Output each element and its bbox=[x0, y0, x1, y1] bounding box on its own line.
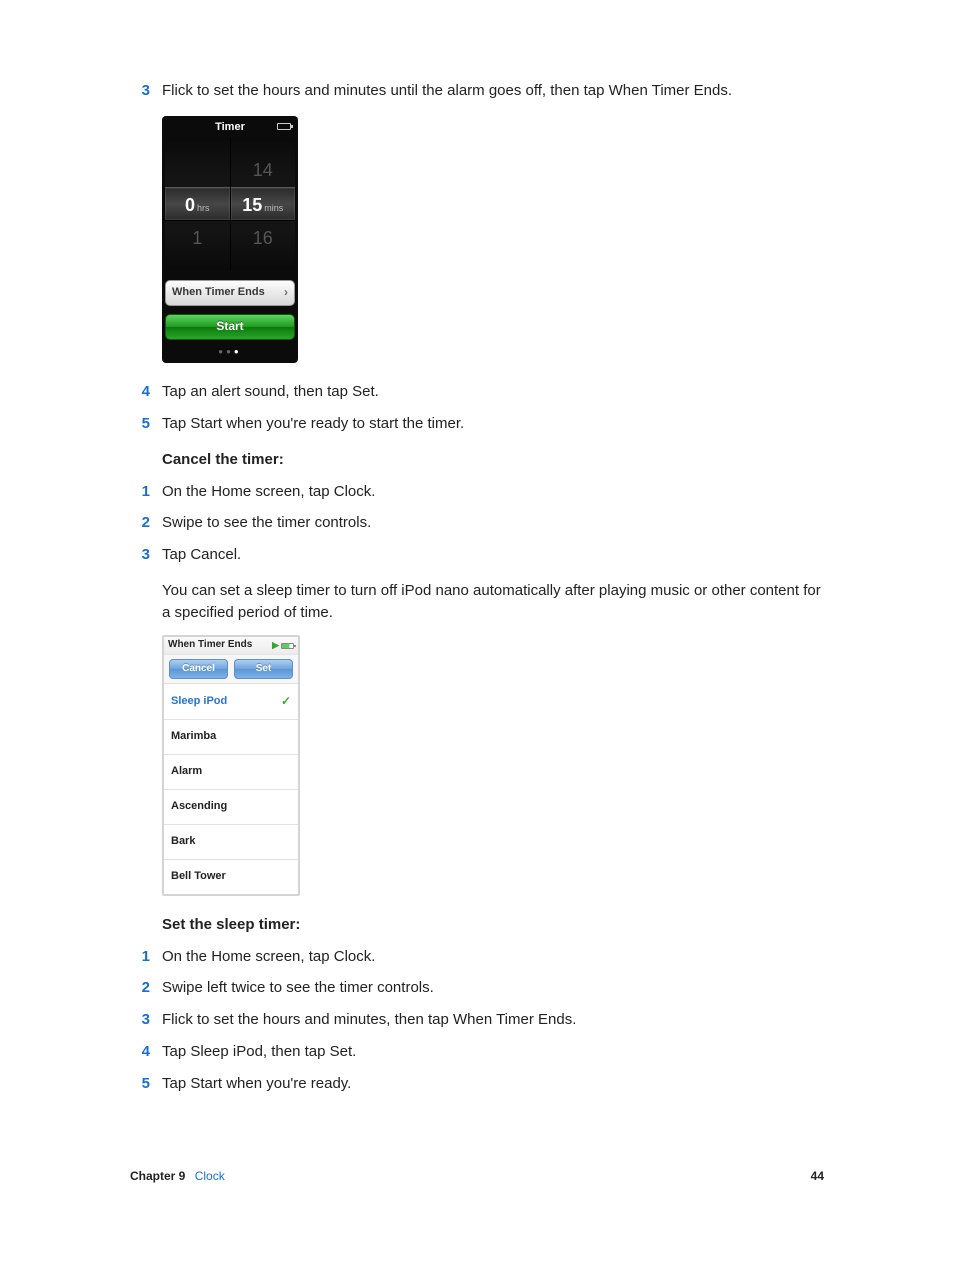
sleep-step-1: 1 On the Home screen, tap Clock. bbox=[130, 946, 824, 968]
ends-title: When Timer Ends bbox=[168, 638, 252, 653]
step-number: 5 bbox=[130, 413, 162, 435]
step-text: Tap Start when you're ready. bbox=[162, 1073, 824, 1095]
step-text: Tap Cancel. bbox=[162, 544, 824, 566]
when-timer-ends-label: When Timer Ends bbox=[172, 285, 265, 301]
step-text: On the Home screen, tap Clock. bbox=[162, 946, 824, 968]
sleep-step-2: 2 Swipe left twice to see the timer cont… bbox=[130, 977, 824, 999]
mins-next: 16 bbox=[231, 221, 296, 255]
sound-option-alarm[interactable]: Alarm bbox=[164, 755, 298, 790]
step-number: 2 bbox=[130, 977, 162, 999]
sleep-step-5: 5 Tap Start when you're ready. bbox=[130, 1073, 824, 1095]
sound-option-ascending[interactable]: Ascending bbox=[164, 790, 298, 825]
step-text: Flick to set the hours and minutes, then… bbox=[162, 1009, 824, 1031]
sleep-paragraph: You can set a sleep timer to turn off iP… bbox=[162, 580, 824, 624]
cancel-heading: Cancel the timer: bbox=[162, 449, 824, 471]
ends-button-row: Cancel Set bbox=[164, 655, 298, 684]
mins-column[interactable]: 14 15mins 16 bbox=[230, 138, 296, 270]
step-number: 4 bbox=[130, 381, 162, 403]
step-5: 5 Tap Start when you're ready to start t… bbox=[130, 413, 824, 435]
battery-icon bbox=[277, 123, 291, 130]
step-number: 2 bbox=[130, 512, 162, 534]
set-button[interactable]: Set bbox=[234, 659, 293, 679]
sleep-step-3: 3 Flick to set the hours and minutes, th… bbox=[130, 1009, 824, 1031]
cancel-step-1: 1 On the Home screen, tap Clock. bbox=[130, 481, 824, 503]
step-text: Swipe left twice to see the timer contro… bbox=[162, 977, 824, 999]
timer-screenshot: Timer 0hrs 1 14 15mins 16 When Timer End… bbox=[162, 116, 298, 364]
step-number: 3 bbox=[130, 80, 162, 102]
page-dots: ●●● bbox=[165, 346, 295, 358]
timer-title: Timer bbox=[215, 120, 245, 136]
cancel-step-3: 3 Tap Cancel. bbox=[130, 544, 824, 566]
play-icon: ▶ bbox=[272, 639, 279, 652]
sound-option-sleep-ipod[interactable]: Sleep iPod ✓ bbox=[164, 684, 298, 720]
status-icons: ▶ bbox=[272, 639, 294, 652]
start-button[interactable]: Start bbox=[165, 314, 295, 340]
step-text: Flick to set the hours and minutes until… bbox=[162, 80, 824, 102]
step-number: 3 bbox=[130, 544, 162, 566]
step-number: 5 bbox=[130, 1073, 162, 1095]
ends-titlebar: When Timer Ends ▶ bbox=[164, 637, 298, 655]
sleep-heading: Set the sleep timer: bbox=[162, 914, 824, 936]
step-number: 4 bbox=[130, 1041, 162, 1063]
step-text: Swipe to see the timer controls. bbox=[162, 512, 824, 534]
hours-prev bbox=[165, 153, 230, 187]
step-text: Tap Start when you're ready to start the… bbox=[162, 413, 824, 435]
timer-titlebar: Timer bbox=[165, 120, 295, 136]
sound-option-marimba[interactable]: Marimba bbox=[164, 720, 298, 755]
cancel-button[interactable]: Cancel bbox=[169, 659, 228, 679]
page-number: 44 bbox=[811, 1169, 824, 1183]
step-number: 1 bbox=[130, 946, 162, 968]
timer-picker[interactable]: 0hrs 1 14 15mins 16 bbox=[165, 138, 295, 270]
step-text: Tap Sleep iPod, then tap Set. bbox=[162, 1041, 824, 1063]
step-4: 4 Tap an alert sound, then tap Set. bbox=[130, 381, 824, 403]
step-text: On the Home screen, tap Clock. bbox=[162, 481, 824, 503]
sound-option-bell-tower[interactable]: Bell Tower bbox=[164, 860, 298, 894]
cancel-step-2: 2 Swipe to see the timer controls. bbox=[130, 512, 824, 534]
mins-selected: 15mins bbox=[231, 187, 296, 221]
battery-icon bbox=[281, 643, 294, 649]
chapter-link[interactable]: Clock bbox=[195, 1169, 225, 1183]
hours-selected: 0hrs bbox=[165, 187, 230, 221]
when-timer-ends-screenshot: When Timer Ends ▶ Cancel Set Sleep iPod … bbox=[162, 635, 300, 896]
checkmark-icon: ✓ bbox=[281, 693, 291, 710]
page-footer: Chapter 9 Clock 44 bbox=[130, 1169, 824, 1183]
sleep-step-4: 4 Tap Sleep iPod, then tap Set. bbox=[130, 1041, 824, 1063]
hours-next: 1 bbox=[165, 221, 230, 255]
step-number: 1 bbox=[130, 481, 162, 503]
step-text: Tap an alert sound, then tap Set. bbox=[162, 381, 824, 403]
chapter-label: Chapter 9 bbox=[130, 1169, 185, 1183]
sound-option-bark[interactable]: Bark bbox=[164, 825, 298, 860]
step-3: 3 Flick to set the hours and minutes unt… bbox=[130, 80, 824, 102]
mins-prev: 14 bbox=[231, 153, 296, 187]
chevron-right-icon: › bbox=[284, 284, 288, 301]
when-timer-ends-row[interactable]: When Timer Ends › bbox=[165, 280, 295, 306]
step-number: 3 bbox=[130, 1009, 162, 1031]
hours-column[interactable]: 0hrs 1 bbox=[165, 138, 230, 270]
